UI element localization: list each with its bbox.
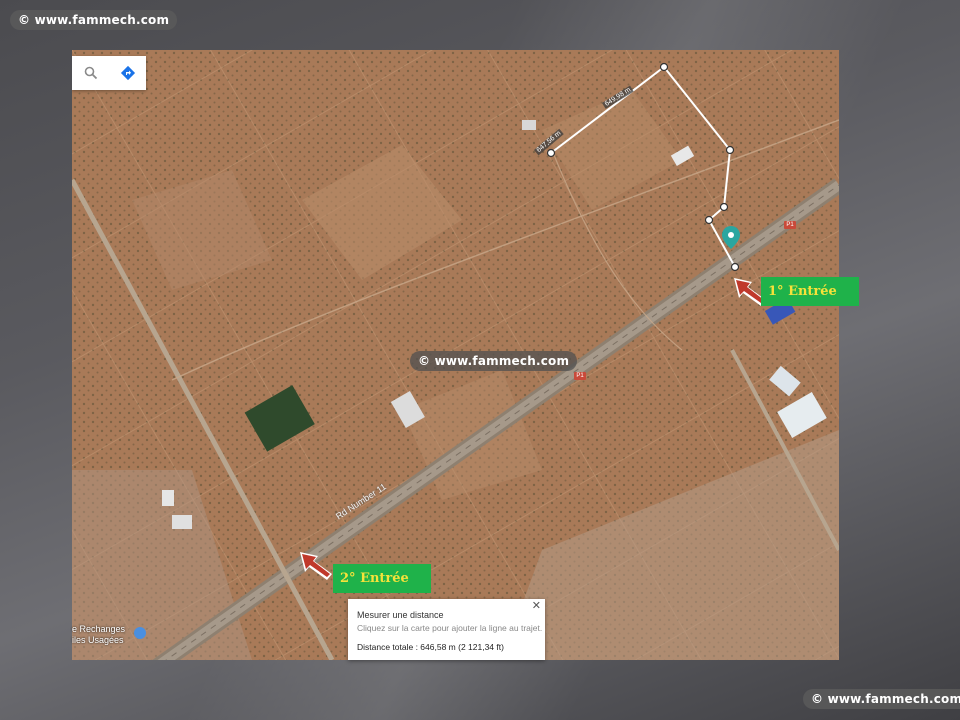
map-search-box[interactable]: [72, 56, 146, 90]
second-entry-label: 2° Entrée: [333, 564, 431, 593]
measure-distance-panel: ✕ Mesurer une distance Cliquez sur la ca…: [348, 599, 545, 660]
measure-total: Distance totale : 646,58 m (2 121,34 ft): [357, 642, 504, 652]
place-label-line: e Rechanges: [72, 624, 126, 634]
close-icon[interactable]: ✕: [532, 601, 541, 612]
watermark-bottom-right: © www.fammech.com: [803, 689, 960, 709]
measure-hint: Cliquez sur la carte pour ajouter la lig…: [357, 623, 543, 633]
place-label-line: iles Usagées: [72, 635, 124, 645]
watermark-center: © www.fammech.com: [410, 351, 578, 371]
road-badge: P1: [784, 221, 796, 229]
place-label: e Rechanges iles Usagées: [72, 624, 125, 646]
measure-title: Mesurer une distance: [357, 610, 444, 620]
road-badge: P1: [574, 372, 586, 380]
watermark-top-left: © www.fammech.com: [10, 10, 178, 30]
first-entry-label: 1° Entrée: [761, 277, 859, 306]
directions-icon[interactable]: [118, 63, 138, 83]
search-icon[interactable]: [81, 63, 101, 83]
